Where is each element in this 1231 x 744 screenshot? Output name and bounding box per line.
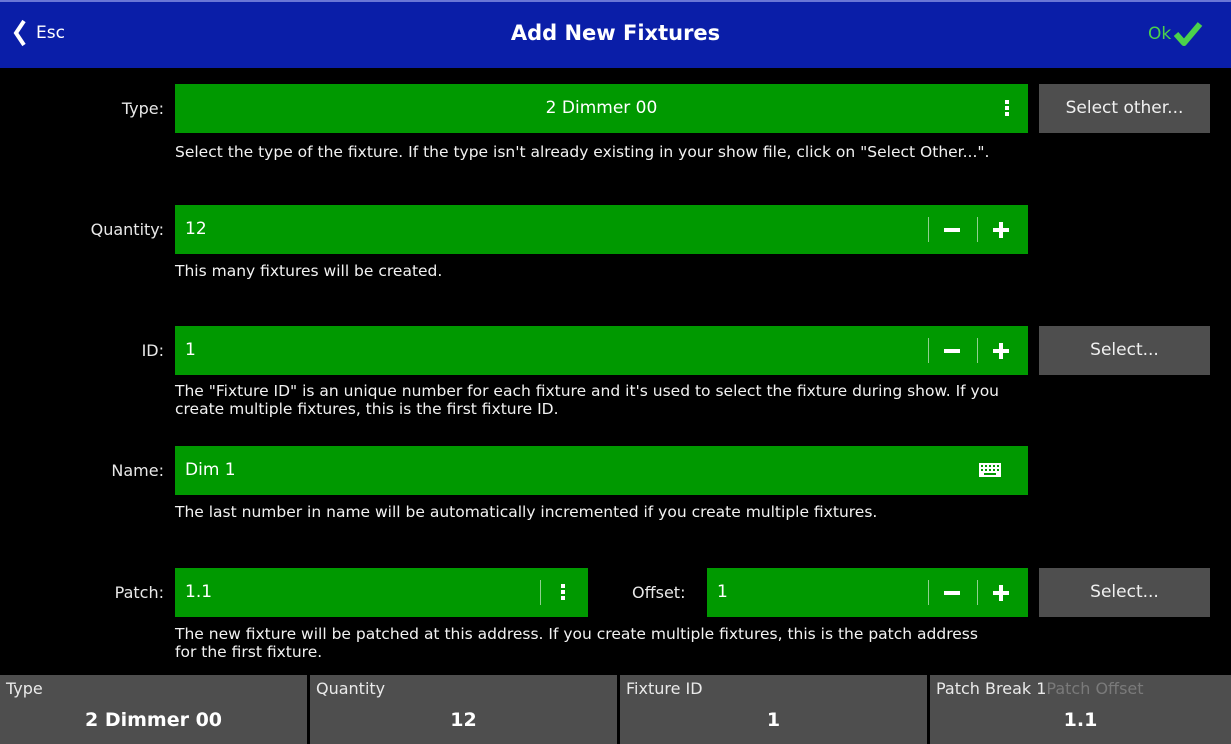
quantity-value: 12 [185, 219, 207, 239]
divider [928, 338, 929, 363]
divider [928, 580, 929, 605]
patch-description-line1: The new fixture will be patched at this … [175, 625, 978, 643]
summary-patch[interactable]: Patch Break 1Patch Offset 1.1 [930, 675, 1231, 744]
name-value: Dim 1 [185, 460, 236, 480]
offset-value: 1 [717, 582, 728, 602]
keyboard-icon[interactable] [979, 463, 1001, 477]
name-field[interactable]: Dim 1 [175, 446, 1028, 495]
minus-icon [944, 227, 960, 232]
patch-offset-caption: Patch Offset [1046, 679, 1144, 698]
select-patch-button[interactable]: Select... [1039, 568, 1210, 617]
patch-value: 1.1 [185, 582, 213, 602]
offset-label: Offset: [632, 583, 686, 602]
quantity-decrement-button[interactable] [930, 205, 974, 254]
id-increment-button[interactable] [979, 326, 1023, 375]
divider [977, 338, 978, 363]
summary-fixture-id[interactable]: Fixture ID 1 [620, 675, 927, 744]
id-decrement-button[interactable] [930, 326, 974, 375]
divider [540, 580, 541, 605]
summary-fixture-id-caption: Fixture ID [626, 679, 703, 698]
summary-quantity-value: 12 [450, 709, 477, 731]
quantity-label: Quantity: [90, 220, 164, 239]
select-id-button[interactable]: Select... [1039, 326, 1210, 375]
quantity-description: This many fixtures will be created. [175, 262, 443, 280]
type-label: Type: [121, 99, 164, 118]
name-description: The last number in name will be automati… [175, 503, 878, 521]
patch-field[interactable]: 1.1 [175, 568, 588, 617]
summary-fixture-id-value: 1 [766, 709, 781, 731]
patch-description-line2: for the first fixture. [175, 643, 323, 661]
more-vertical-icon [1005, 100, 1009, 117]
id-label: ID: [141, 341, 164, 360]
summary-patch-captions: Patch Break 1Patch Offset [936, 679, 1144, 698]
name-label: Name: [111, 461, 164, 480]
patch-menu-button[interactable] [546, 568, 580, 617]
plus-icon [993, 342, 1009, 359]
minus-icon [944, 590, 960, 595]
quantity-field[interactable]: 12 [175, 205, 1028, 254]
plus-icon [993, 221, 1009, 238]
divider [977, 580, 978, 605]
page-title: Add New Fixtures [510, 21, 721, 45]
divider [977, 217, 978, 242]
select-other-button[interactable]: Select other... [1039, 84, 1210, 133]
offset-field[interactable]: 1 [707, 568, 1028, 617]
id-value: 1 [185, 340, 196, 360]
quantity-increment-button[interactable] [979, 205, 1023, 254]
summary-type[interactable]: Type 2 Dimmer 00 [0, 675, 307, 744]
ok-button[interactable]: Ok [1148, 20, 1203, 48]
summary-patch-value: 1.1 [1063, 709, 1098, 731]
summary-quantity-caption: Quantity [316, 679, 386, 698]
id-field[interactable]: 1 [175, 326, 1028, 375]
type-menu-button[interactable] [992, 84, 1022, 133]
divider [928, 217, 929, 242]
type-description: Select the type of the fixture. If the t… [175, 143, 990, 161]
minus-icon [944, 348, 960, 353]
id-description-line2: create multiple fixtures, this is the fi… [175, 400, 559, 418]
type-field[interactable]: 2 Dimmer 00 [175, 84, 1028, 133]
checkmark-icon [1173, 22, 1203, 46]
summary-type-value: 2 Dimmer 00 [84, 709, 223, 731]
offset-decrement-button[interactable] [930, 568, 974, 617]
more-vertical-icon [561, 584, 565, 601]
type-value: 2 Dimmer 00 [545, 98, 658, 118]
offset-increment-button[interactable] [979, 568, 1023, 617]
summary-type-caption: Type [6, 679, 43, 698]
id-description-line1: The "Fixture ID" is an unique number for… [175, 382, 1000, 400]
patch-break-caption: Patch Break 1 [936, 679, 1047, 698]
patch-label: Patch: [114, 583, 164, 602]
ok-label: Ok [1148, 24, 1172, 44]
summary-quantity[interactable]: Quantity 12 [310, 675, 617, 744]
plus-icon [993, 584, 1009, 601]
